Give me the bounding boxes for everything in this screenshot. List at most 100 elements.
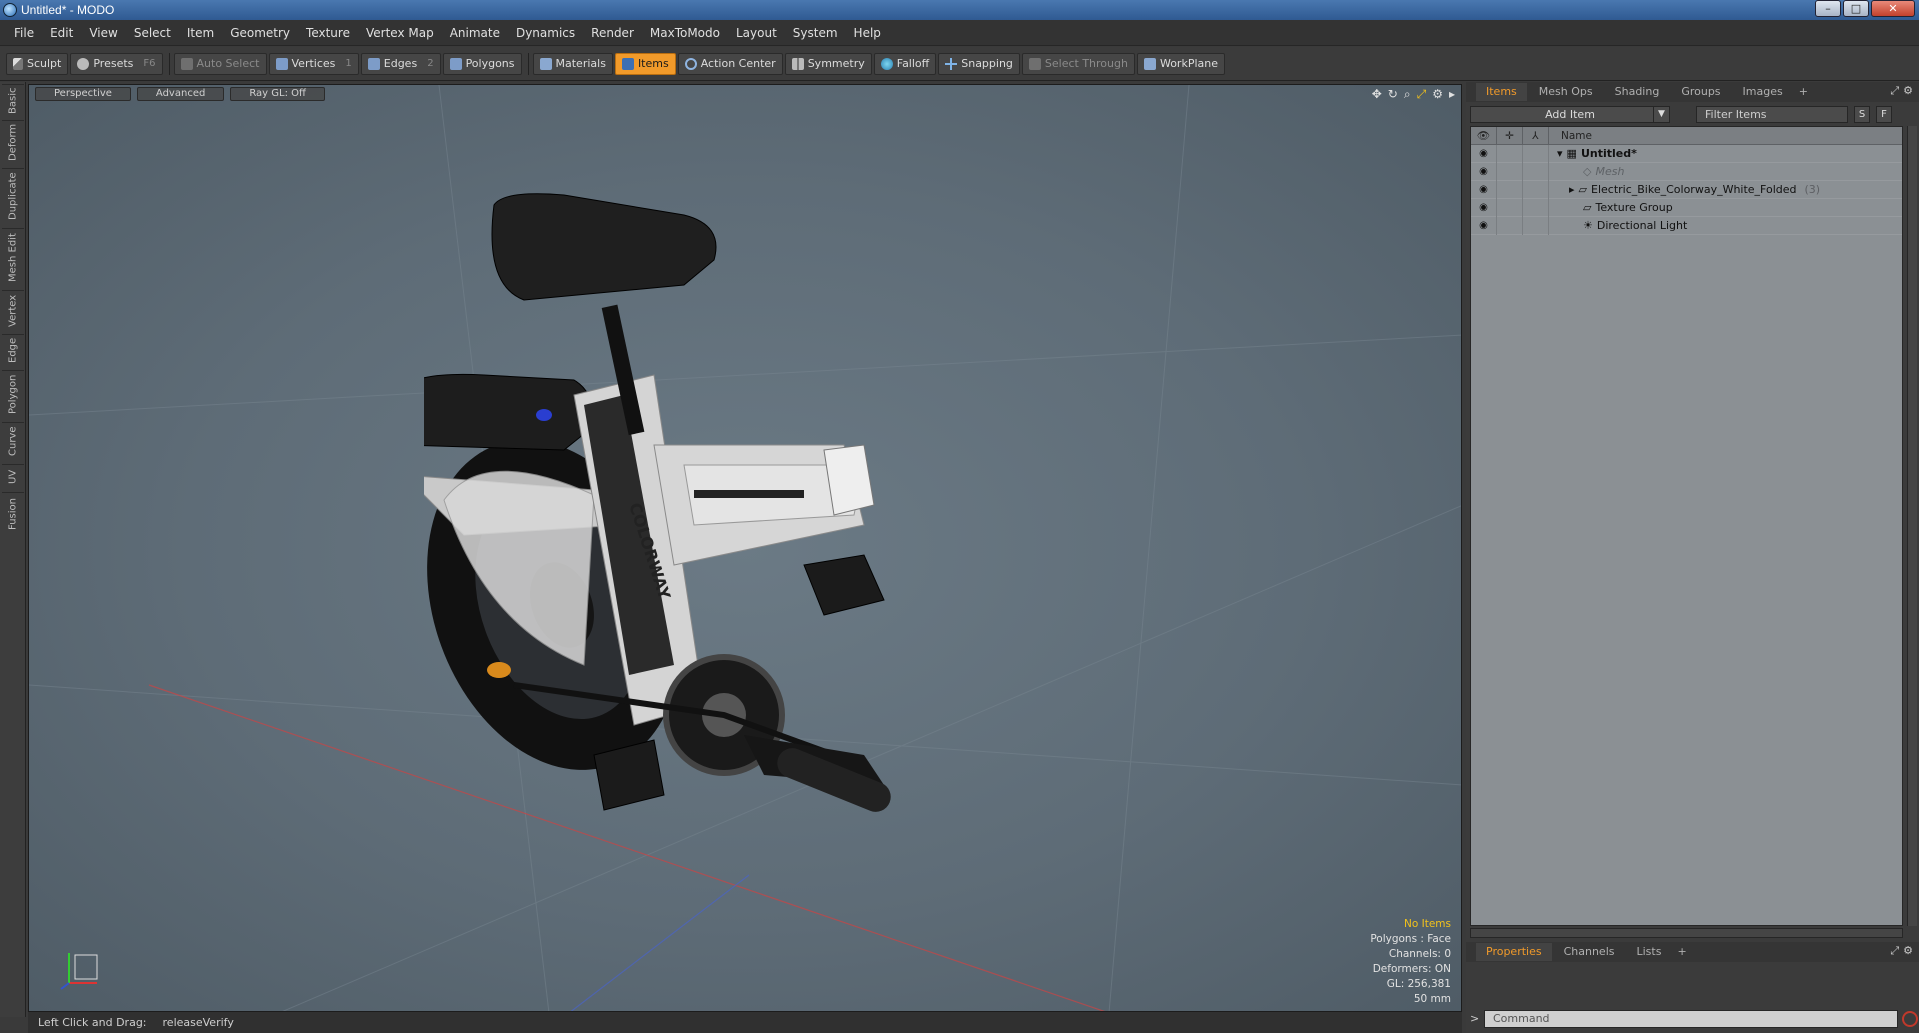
tab-images[interactable]: Images — [1733, 83, 1793, 101]
eye-icon[interactable]: ◉ — [1471, 198, 1497, 217]
items-icon — [621, 57, 634, 70]
record-icon[interactable] — [1902, 1011, 1918, 1027]
scene-icon: ▦ — [1566, 147, 1577, 160]
menu-vertex-map[interactable]: Vertex Map — [358, 26, 442, 40]
maximize-button[interactable]: □ — [1843, 0, 1869, 17]
vertical-scrollbar[interactable] — [1907, 126, 1917, 926]
tree-row-texture-group[interactable]: ◉ ▱ Texture Group — [1471, 198, 1902, 217]
tab-vertex[interactable]: Vertex — [2, 290, 24, 330]
render-header-icon[interactable]: ⅄ — [1523, 126, 1549, 145]
add-tab-button[interactable]: + — [1673, 943, 1690, 961]
f-button[interactable]: F — [1876, 105, 1892, 123]
presets-button[interactable]: Presets F6 — [70, 52, 163, 75]
collapse-arrow-icon[interactable]: ▾ — [1557, 147, 1563, 160]
menu-system[interactable]: System — [785, 26, 846, 40]
menu-render[interactable]: Render — [583, 26, 642, 40]
tab-polygon[interactable]: Polygon — [2, 370, 24, 418]
tab-uv[interactable]: UV — [2, 464, 24, 488]
electric-bike-model[interactable]: COLORWAY — [424, 145, 1104, 965]
name-column-header[interactable]: Name — [1549, 130, 1592, 142]
tab-channels[interactable]: Channels — [1554, 943, 1625, 961]
expand-icon[interactable]: ⤢ — [1890, 944, 1899, 958]
gear-icon[interactable]: ⚙ — [1903, 84, 1913, 98]
eye-icon[interactable]: ◉ — [1471, 162, 1497, 181]
menu-dynamics[interactable]: Dynamics — [508, 26, 583, 40]
s-button[interactable]: S — [1854, 105, 1870, 123]
menu-view[interactable]: View — [81, 26, 125, 40]
maximize-icon[interactable]: ⤢ — [1417, 87, 1427, 102]
tab-lists[interactable]: Lists — [1627, 943, 1672, 961]
select-through-button[interactable]: Select Through — [1021, 52, 1135, 75]
eye-icon[interactable]: ◉ — [1471, 216, 1497, 235]
menu-select[interactable]: Select — [126, 26, 179, 40]
3d-viewport[interactable]: COLORWAY Perspective Advanced Ray GL: Of… — [28, 84, 1462, 1012]
items-button[interactable]: Items — [614, 52, 676, 75]
menu-item[interactable]: Item — [179, 26, 222, 40]
tab-deform[interactable]: Deform — [2, 120, 24, 164]
action-center-button[interactable]: Action Center — [677, 52, 783, 75]
view-perspective-tab[interactable]: Perspective — [35, 87, 131, 101]
tab-properties[interactable]: Properties — [1476, 943, 1552, 961]
eye-icon[interactable]: ◉ — [1471, 180, 1497, 199]
tree-row-directional-light[interactable]: ◉ ☀ Directional Light — [1471, 216, 1902, 235]
materials-button[interactable]: Materials — [532, 52, 613, 75]
horizontal-scrollbar[interactable] — [1470, 928, 1903, 938]
expand-icon[interactable]: ⤢ — [1890, 84, 1899, 98]
ray-gl-tab[interactable]: Ray GL: Off — [230, 87, 325, 101]
menu-animate[interactable]: Animate — [442, 26, 508, 40]
menu-file[interactable]: File — [6, 26, 42, 40]
filter-items-input[interactable]: Filter Items — [1696, 105, 1848, 123]
expand-arrow-icon[interactable]: ▸ — [1569, 183, 1575, 196]
tab-curve[interactable]: Curve — [2, 422, 24, 460]
tab-basic[interactable]: Basic — [2, 84, 24, 116]
workplane-button[interactable]: WorkPlane — [1136, 52, 1225, 75]
gear-icon[interactable]: ⚙ — [1903, 944, 1913, 958]
command-input[interactable]: Command — [1484, 1010, 1898, 1028]
tab-duplicate[interactable]: Duplicate — [2, 168, 24, 224]
rotate-icon[interactable]: ↻ — [1388, 87, 1398, 102]
menu-texture[interactable]: Texture — [298, 26, 358, 40]
status-hint: Left Click and Drag: — [38, 1016, 147, 1029]
menu-edit[interactable]: Edit — [42, 26, 81, 40]
tab-items[interactable]: Items — [1476, 83, 1527, 101]
tab-edge[interactable]: Edge — [2, 334, 24, 366]
polygons-button[interactable]: Polygons — [442, 52, 522, 75]
visibility-header-icon[interactable]: 👁 — [1471, 126, 1497, 145]
falloff-button[interactable]: Falloff — [873, 52, 937, 75]
tree-row-scene[interactable]: ◉ ▾ ▦ Untitled* — [1471, 144, 1902, 163]
arrow-right-icon[interactable]: ▸ — [1449, 87, 1455, 102]
chevron-down-icon: ▼ — [1653, 106, 1669, 122]
tab-mesh-ops[interactable]: Mesh Ops — [1529, 83, 1603, 101]
menu-maxtomodo[interactable]: MaxToModo — [642, 26, 728, 40]
menu-geometry[interactable]: Geometry — [222, 26, 298, 40]
edges-button[interactable]: Edges 2 — [360, 52, 441, 75]
close-button[interactable]: ✕ — [1871, 0, 1915, 17]
symmetry-icon — [791, 57, 804, 70]
tree-row-bike-group[interactable]: ◉ ▸ ▱ Electric_Bike_Colorway_White_Folde… — [1471, 180, 1902, 199]
menu-layout[interactable]: Layout — [728, 26, 785, 40]
auto-select-button[interactable]: Auto Select — [173, 52, 267, 75]
lock-header-icon[interactable]: ✛ — [1497, 126, 1523, 145]
zoom-icon[interactable]: ⌕ — [1404, 87, 1411, 102]
tab-groups[interactable]: Groups — [1671, 83, 1730, 101]
menu-help[interactable]: Help — [846, 26, 889, 40]
minimize-button[interactable]: – — [1815, 0, 1841, 17]
gear-icon[interactable]: ⚙ — [1432, 87, 1443, 102]
view-advanced-tab[interactable]: Advanced — [136, 87, 225, 101]
sculpt-button[interactable]: Sculpt — [6, 52, 69, 75]
properties-panel-tabs: Properties Channels Lists + ⤢ ⚙ — [1466, 942, 1919, 962]
materials-icon — [539, 57, 552, 70]
tree-row-mesh[interactable]: ◉ ◇ Mesh — [1471, 162, 1902, 181]
falloff-icon — [880, 57, 893, 70]
vertices-button[interactable]: Vertices 1 — [268, 52, 359, 75]
tab-shading[interactable]: Shading — [1605, 83, 1670, 101]
add-tab-button[interactable]: + — [1795, 83, 1812, 101]
viewport-tools: ✥ ↻ ⌕ ⤢ ⚙ ▸ — [1372, 87, 1455, 102]
add-item-dropdown[interactable]: Add Item ▼ — [1470, 105, 1670, 123]
tab-fusion[interactable]: Fusion — [2, 492, 24, 536]
symmetry-button[interactable]: Symmetry — [784, 52, 872, 75]
tab-mesh-edit[interactable]: Mesh Edit — [2, 228, 24, 286]
pan-icon[interactable]: ✥ — [1372, 87, 1382, 102]
snapping-button[interactable]: Snapping — [938, 52, 1020, 75]
eye-icon[interactable]: ◉ — [1471, 144, 1497, 163]
